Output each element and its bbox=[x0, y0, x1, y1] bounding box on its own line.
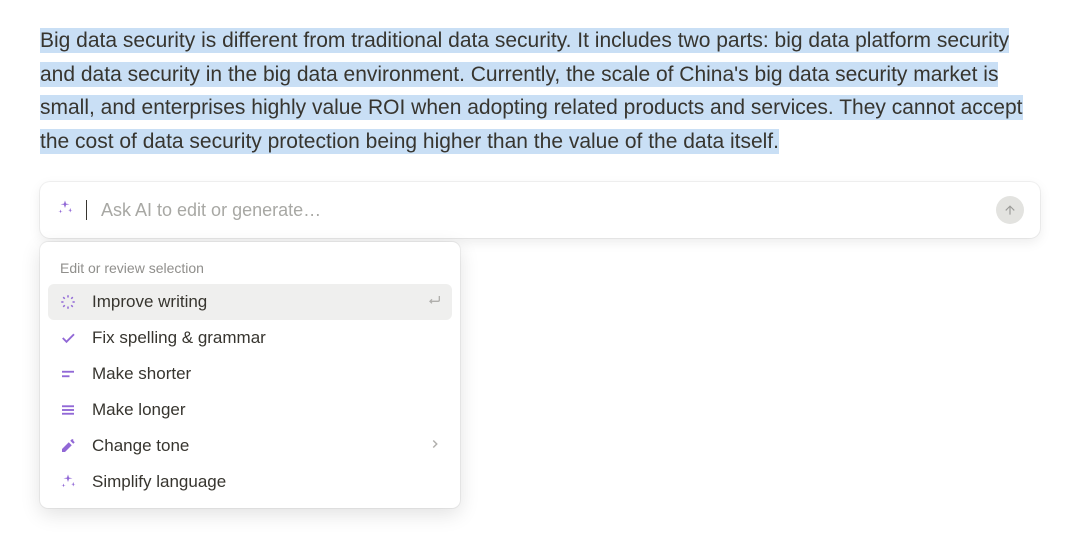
menu-item-make-longer[interactable]: Make longer bbox=[48, 392, 452, 428]
menu-item-simplify-language[interactable]: Simplify language bbox=[48, 464, 452, 500]
ai-input-bar[interactable] bbox=[40, 182, 1040, 238]
text-cursor bbox=[86, 200, 87, 220]
check-icon bbox=[58, 328, 78, 348]
selected-text-block[interactable]: Big data security is different from trad… bbox=[40, 24, 1040, 158]
menu-item-label: Simplify language bbox=[92, 472, 442, 492]
microphone-icon bbox=[58, 436, 78, 456]
send-button[interactable] bbox=[996, 196, 1024, 224]
menu-item-label: Fix spelling & grammar bbox=[92, 328, 442, 348]
menu-section-header: Edit or review selection bbox=[48, 250, 452, 284]
menu-item-change-tone[interactable]: Change tone bbox=[48, 428, 452, 464]
menu-item-make-shorter[interactable]: Make shorter bbox=[48, 356, 452, 392]
enter-key-icon bbox=[426, 292, 442, 312]
menu-item-label: Make longer bbox=[92, 400, 442, 420]
menu-item-label: Change tone bbox=[92, 436, 414, 456]
sparkle-icon bbox=[56, 199, 74, 222]
longer-lines-icon bbox=[58, 400, 78, 420]
highlighted-text: Big data security is different from trad… bbox=[40, 28, 1023, 154]
shorter-lines-icon bbox=[58, 364, 78, 384]
menu-item-label: Improve writing bbox=[92, 292, 412, 312]
ai-actions-menu: Edit or review selection Improve writing… bbox=[40, 242, 460, 508]
improve-icon bbox=[58, 292, 78, 312]
chevron-right-icon bbox=[428, 436, 442, 456]
ai-prompt-input[interactable] bbox=[101, 200, 984, 221]
sparkle-icon bbox=[58, 472, 78, 492]
menu-item-fix-spelling[interactable]: Fix spelling & grammar bbox=[48, 320, 452, 356]
menu-item-label: Make shorter bbox=[92, 364, 442, 384]
menu-item-improve-writing[interactable]: Improve writing bbox=[48, 284, 452, 320]
